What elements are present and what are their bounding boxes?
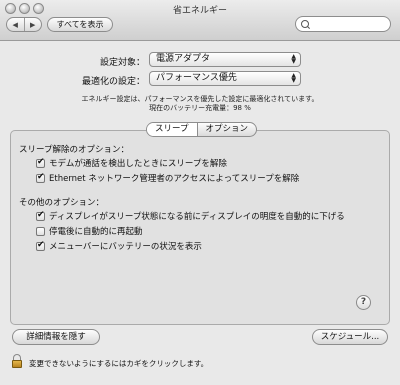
lock-hint-text: 変更できないようにするにはカギをクリックします。 xyxy=(29,359,209,368)
checkbox-label: 停電後に自動的に再起動 xyxy=(49,227,143,237)
checkbox-checked-icon xyxy=(36,157,45,168)
settings-for-popup[interactable]: 電源アダプタ ▲ ▼ xyxy=(149,52,301,67)
window-title: 省エネルギー xyxy=(172,6,227,16)
popup-arrows-icon: ▲ ▼ xyxy=(291,53,296,65)
dim-display-checkbox[interactable]: ディスプレイがスリープ状態になる前にディスプレイの明度を自動的に下げる xyxy=(36,210,345,222)
checkbox-label: メニューバーにバッテリーの状況を表示 xyxy=(49,242,202,252)
checkbox-checked-icon xyxy=(36,172,45,183)
checkbox-label: モデムが通話を検出したときにスリープを解除 xyxy=(49,159,227,169)
lock-body xyxy=(12,360,22,368)
back-button[interactable]: ◀ xyxy=(7,18,24,31)
other-options-heading: その他のオプション： xyxy=(19,198,105,208)
hide-details-button[interactable]: 詳細情報を隠す xyxy=(12,329,100,345)
settings-for-value: 電源アダプタ xyxy=(156,54,211,64)
forward-button[interactable]: ▶ xyxy=(23,18,42,31)
show-battery-status-checkbox[interactable]: メニューバーにバッテリーの状況を表示 xyxy=(36,240,202,252)
title-bar: 省エネルギー ◀ ▶ すべてを表示 xyxy=(0,0,400,41)
tab-options[interactable]: オプション xyxy=(196,123,257,136)
checkbox-unchecked-icon xyxy=(36,226,45,236)
checkbox-label: ディスプレイがスリープ状態になる前にディスプレイの明度を自動的に下げる xyxy=(49,212,345,222)
lock-icon[interactable] xyxy=(12,354,22,368)
checkbox-label: Ethernet ネットワーク管理者のアクセスによってスリープを解除 xyxy=(49,174,300,184)
wake-options-heading: スリープ解除のオプション： xyxy=(19,145,129,155)
schedule-button[interactable]: スケジュール... xyxy=(312,329,388,345)
restart-after-power-failure-checkbox[interactable]: 停電後に自動的に再起動 xyxy=(36,225,143,237)
optimize-label: 最適化の設定： xyxy=(81,77,145,87)
optimization-value: パフォーマンス優先 xyxy=(156,73,237,83)
back-forward-buttons: ◀ ▶ xyxy=(6,17,42,32)
tab-sleep[interactable]: スリープ xyxy=(147,123,197,136)
checkbox-checked-icon xyxy=(36,240,45,251)
wake-modem-checkbox[interactable]: モデムが通話を検出したときにスリープを解除 xyxy=(36,157,227,169)
optimization-popup[interactable]: パフォーマンス優先 ▲ ▼ xyxy=(149,71,301,86)
show-all-button[interactable]: すべてを表示 xyxy=(47,17,113,32)
help-button[interactable]: ? xyxy=(356,295,371,310)
battery-charge-text: 現在のバッテリー充電量：98 % xyxy=(149,104,251,112)
checkbox-checked-icon xyxy=(36,210,45,221)
settings-for-label: 設定対象： xyxy=(99,58,145,68)
tab-bar: スリープ オプション xyxy=(146,122,258,137)
energy-saver-window: 省エネルギー ◀ ▶ すべてを表示 設定対象： 電源アダプタ ▲ ▼ 最適化の設定… xyxy=(0,0,400,385)
wake-ethernet-checkbox[interactable]: Ethernet ネットワーク管理者のアクセスによってスリープを解除 xyxy=(36,172,299,184)
search-field[interactable] xyxy=(295,16,391,32)
search-icon xyxy=(301,20,309,28)
popup-arrows-icon: ▲ ▼ xyxy=(291,72,296,84)
search-input[interactable] xyxy=(312,18,390,32)
